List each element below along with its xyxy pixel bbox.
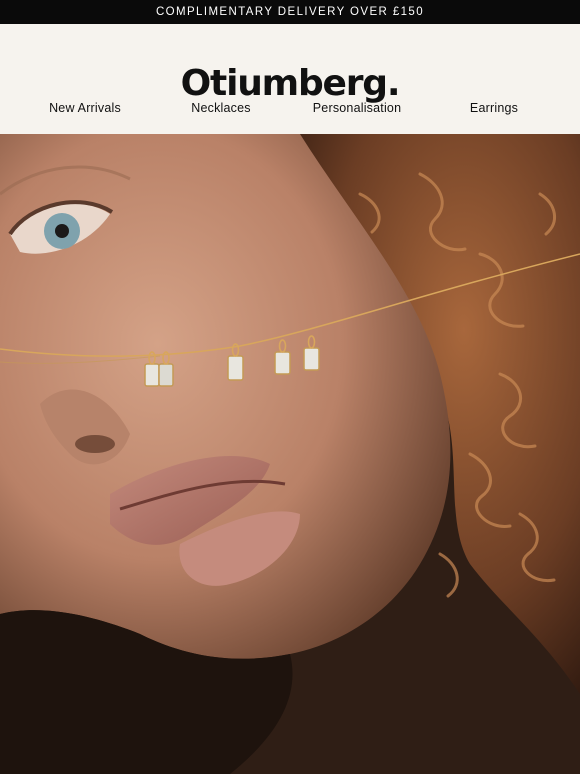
- main-nav: New Arrivals Necklaces Personalisation E…: [0, 101, 580, 119]
- nav-item-necklaces[interactable]: Necklaces: [191, 101, 250, 115]
- announcement-bar: COMPLIMENTARY DELIVERY OVER £150: [0, 0, 580, 24]
- site-header: Otiumberg. New Arrivals Necklaces Person…: [0, 24, 580, 134]
- announcement-text: COMPLIMENTARY DELIVERY OVER £150: [155, 6, 425, 18]
- brand-logo[interactable]: Otiumberg.: [0, 62, 580, 106]
- nav-item-earrings[interactable]: Earrings: [470, 101, 518, 115]
- hero-image[interactable]: [0, 134, 580, 774]
- nav-item-personalisation[interactable]: Personalisation: [313, 101, 401, 115]
- nav-item-new-arrivals[interactable]: New Arrivals: [49, 101, 121, 115]
